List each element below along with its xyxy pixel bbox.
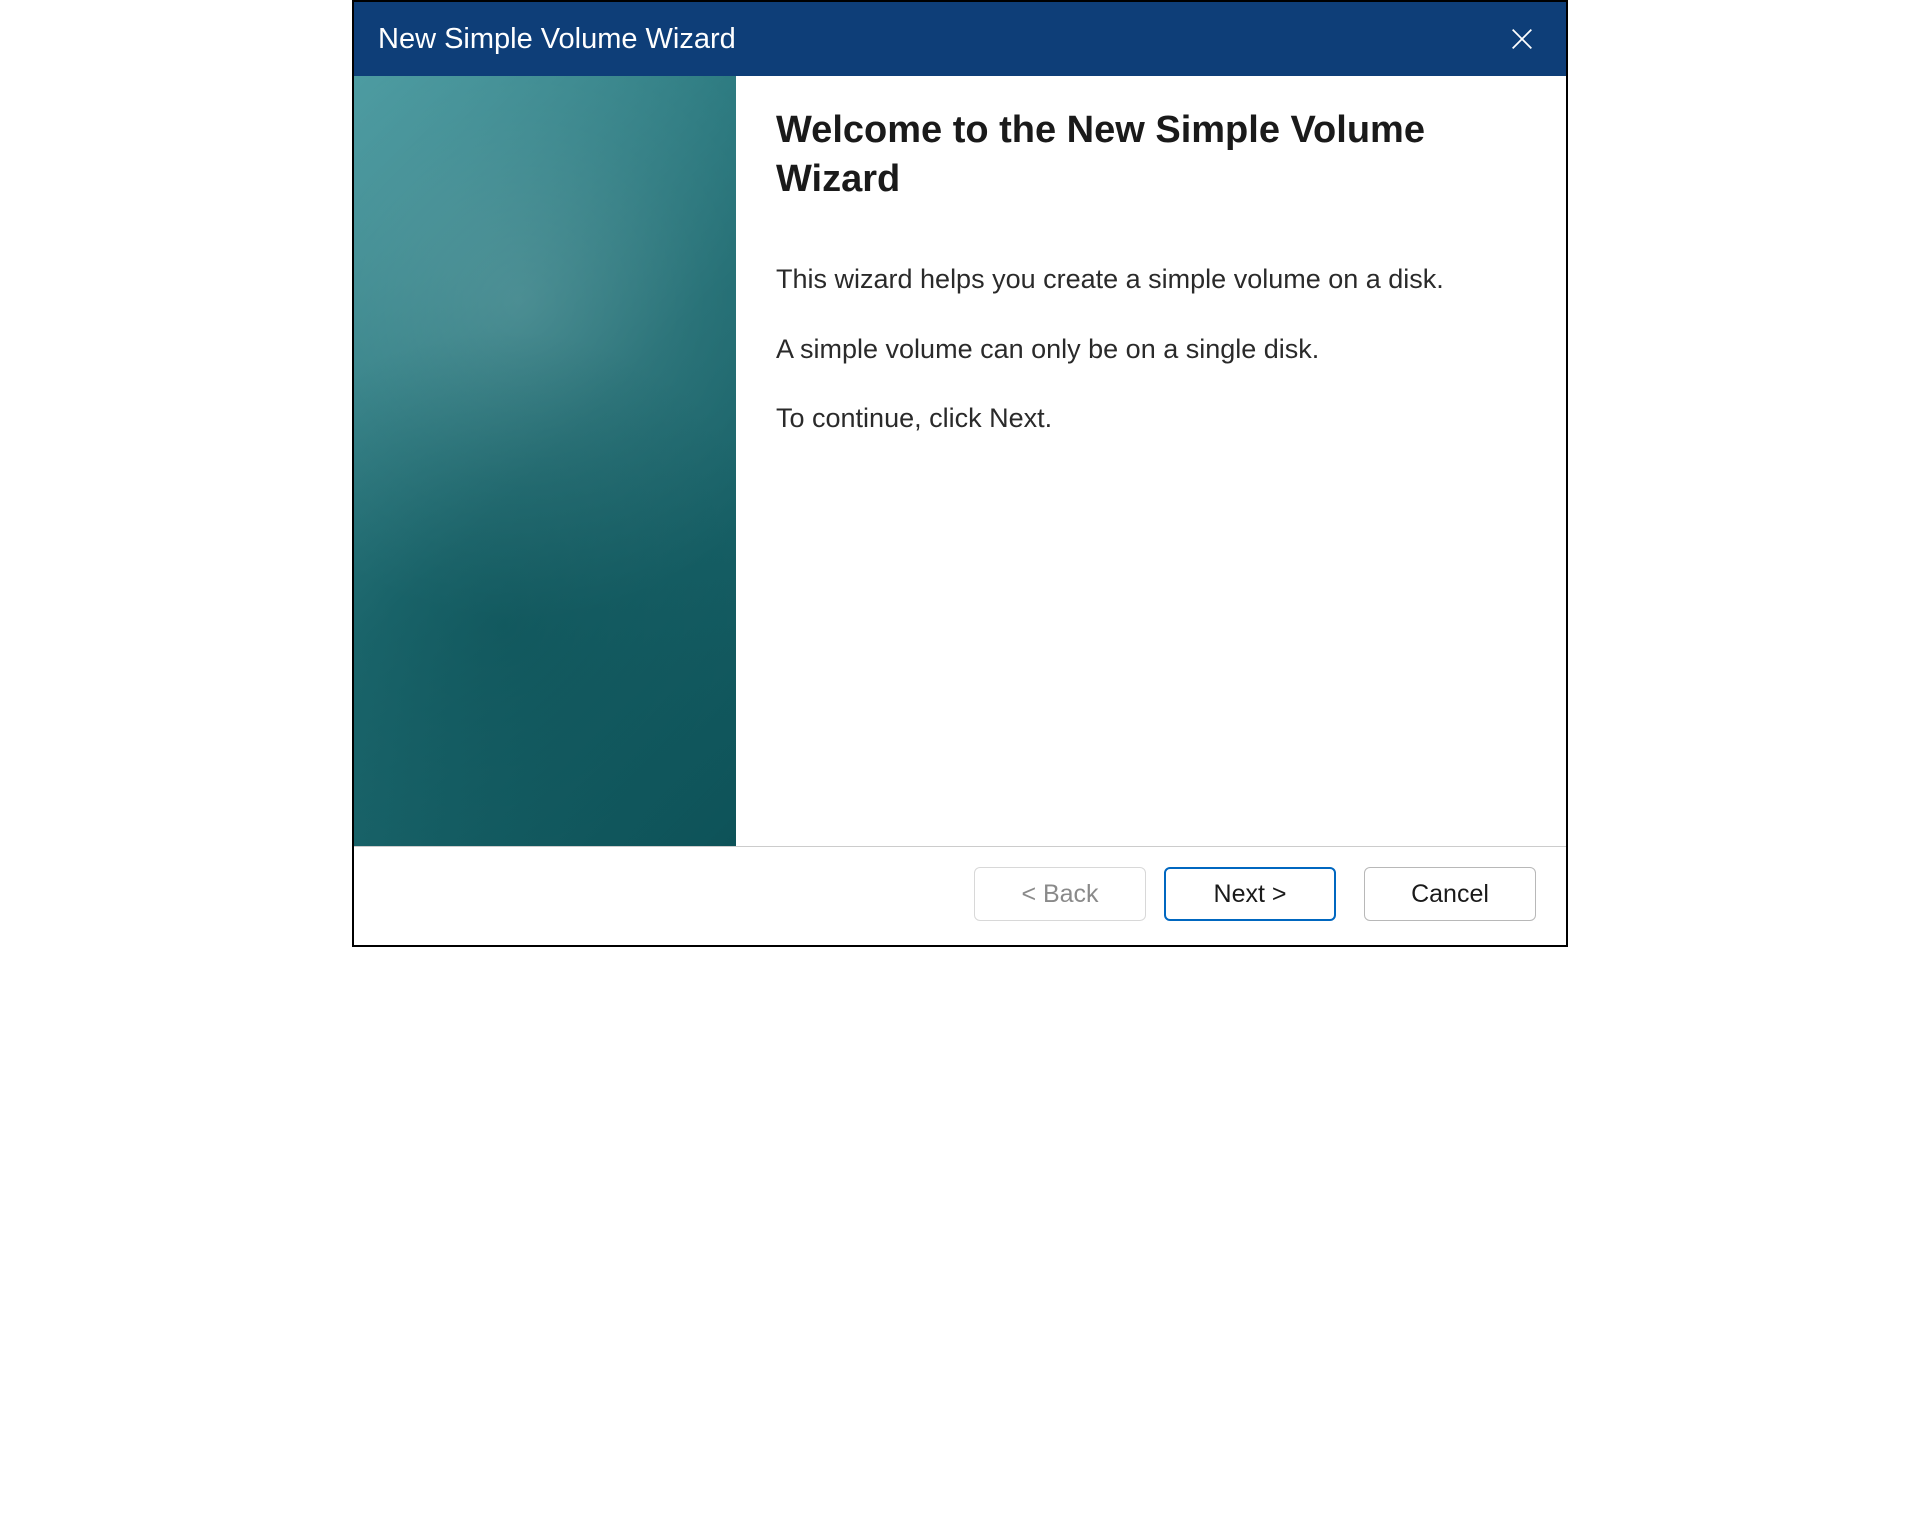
back-button: < Back xyxy=(974,867,1146,921)
close-icon xyxy=(1508,25,1536,53)
close-button[interactable] xyxy=(1502,19,1542,59)
button-bar: < Back Next > Cancel xyxy=(354,847,1566,945)
wizard-body: Welcome to the New Simple Volume Wizard … xyxy=(354,76,1566,847)
wizard-description-2: A simple volume can only be on a single … xyxy=(776,331,1526,369)
wizard-window: New Simple Volume Wizard Welcome to the … xyxy=(352,0,1568,947)
next-button[interactable]: Next > xyxy=(1164,867,1336,921)
content-area: Welcome to the New Simple Volume Wizard … xyxy=(736,76,1566,846)
wizard-instruction: To continue, click Next. xyxy=(776,400,1526,438)
sidebar-graphic xyxy=(354,76,736,846)
wizard-heading: Welcome to the New Simple Volume Wizard xyxy=(776,106,1526,205)
cancel-button[interactable]: Cancel xyxy=(1364,867,1536,921)
wizard-description-1: This wizard helps you create a simple vo… xyxy=(776,261,1526,299)
titlebar: New Simple Volume Wizard xyxy=(354,2,1566,76)
window-title: New Simple Volume Wizard xyxy=(378,23,736,56)
